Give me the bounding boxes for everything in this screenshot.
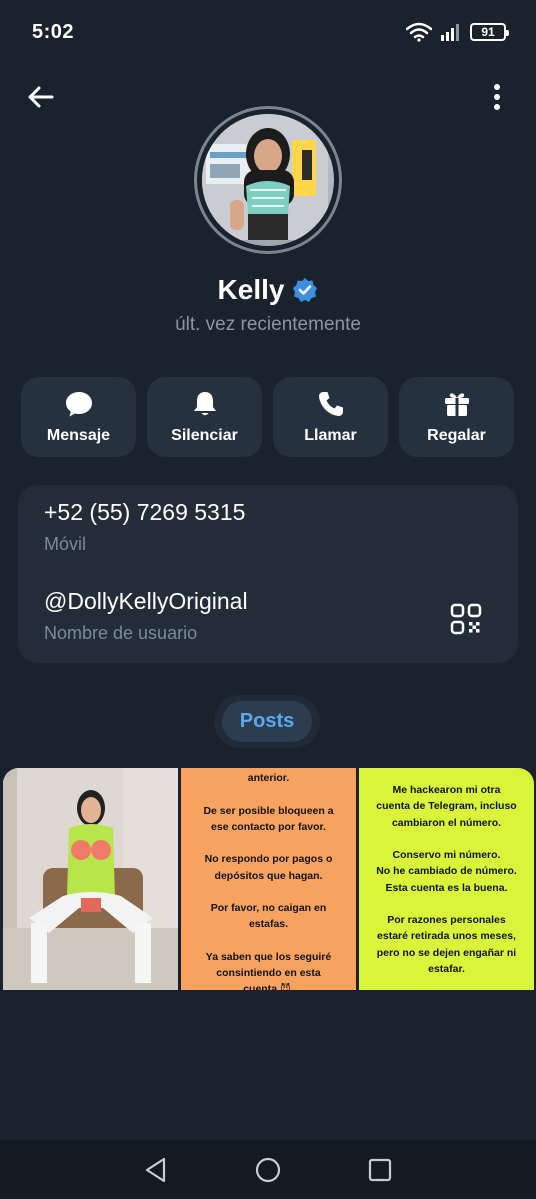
post-thumbnail[interactable]: Me hackearon mi otra cuenta de Telegram,… <box>359 768 534 990</box>
nav-recents-button[interactable] <box>364 1154 396 1186</box>
status-time: 5:02 <box>32 20 75 43</box>
phone-number: +52 (55) 7269 5315 <box>44 499 246 525</box>
avatar-ring[interactable] <box>194 106 342 254</box>
phone-row[interactable]: +52 (55) 7269 5315 Móvil <box>44 499 245 555</box>
wifi-icon <box>406 22 432 42</box>
post-thumbnail[interactable]: anterior. De ser posible bloqueen a ese … <box>181 768 356 990</box>
gift-icon <box>444 393 469 416</box>
more-options-button[interactable] <box>480 80 514 114</box>
post-text: anterior. De ser posible bloqueen a ese … <box>203 772 334 990</box>
message-icon <box>65 392 92 417</box>
status-bar: 5:02 91 <box>0 0 536 64</box>
qr-code-button[interactable] <box>450 603 482 635</box>
phone-icon <box>318 392 343 416</box>
username-row[interactable]: @DollyKellyOriginal Nombre de usuario <box>44 588 248 644</box>
call-button-label: Llamar <box>304 427 357 444</box>
bell-icon <box>193 392 216 416</box>
arrow-left-icon <box>28 86 54 108</box>
mute-button[interactable]: Silenciar <box>147 377 262 457</box>
message-button[interactable]: Mensaje <box>21 377 136 457</box>
qr-code-icon <box>450 603 482 635</box>
dot-icon <box>494 84 500 90</box>
battery-icon: 91 <box>470 23 509 41</box>
gift-button-label: Regalar <box>427 427 486 444</box>
last-seen-status: últ. vez recientemente <box>175 314 361 335</box>
avatar-photo <box>202 114 328 240</box>
post-thumbnail[interactable] <box>3 768 178 990</box>
call-button[interactable]: Llamar <box>273 377 388 457</box>
profile-name-row: Kelly <box>0 274 536 306</box>
verified-badge-icon <box>293 278 318 302</box>
dot-icon <box>494 104 500 110</box>
gift-button[interactable]: Regalar <box>399 377 514 457</box>
square-recents-icon <box>368 1158 392 1181</box>
battery-level: 91 <box>481 25 495 39</box>
avatar <box>202 114 334 246</box>
posts-grid: anterior. De ser posible bloqueen a ese … <box>3 768 534 990</box>
nav-home-button[interactable] <box>252 1154 284 1186</box>
phone-label: Móvil <box>44 534 87 554</box>
tab-posts[interactable]: Posts <box>221 701 313 742</box>
status-icons: 91 <box>406 22 509 42</box>
signal-icon <box>441 24 459 41</box>
message-button-label: Mensaje <box>46 427 111 444</box>
system-nav-bar <box>0 1140 536 1199</box>
mute-button-label: Silenciar <box>171 427 238 444</box>
back-button[interactable] <box>24 80 58 114</box>
username-label: Nombre de usuario <box>44 623 198 643</box>
nav-back-button[interactable] <box>140 1154 172 1186</box>
tabs-bar: Posts <box>214 695 320 748</box>
username: @DollyKellyOriginal <box>44 588 248 614</box>
post-photo <box>3 768 178 990</box>
dot-icon <box>494 94 500 100</box>
post-text: Me hackearon mi otra cuenta de Telegram,… <box>376 784 517 975</box>
info-card: +52 (55) 7269 5315 Móvil @DollyKellyOrig… <box>18 485 518 663</box>
circle-home-icon <box>255 1157 281 1182</box>
action-buttons: Mensaje Silenciar Llamar Regalar <box>21 377 516 457</box>
profile-name: Kelly <box>217 274 285 305</box>
triangle-back-icon <box>145 1157 166 1182</box>
